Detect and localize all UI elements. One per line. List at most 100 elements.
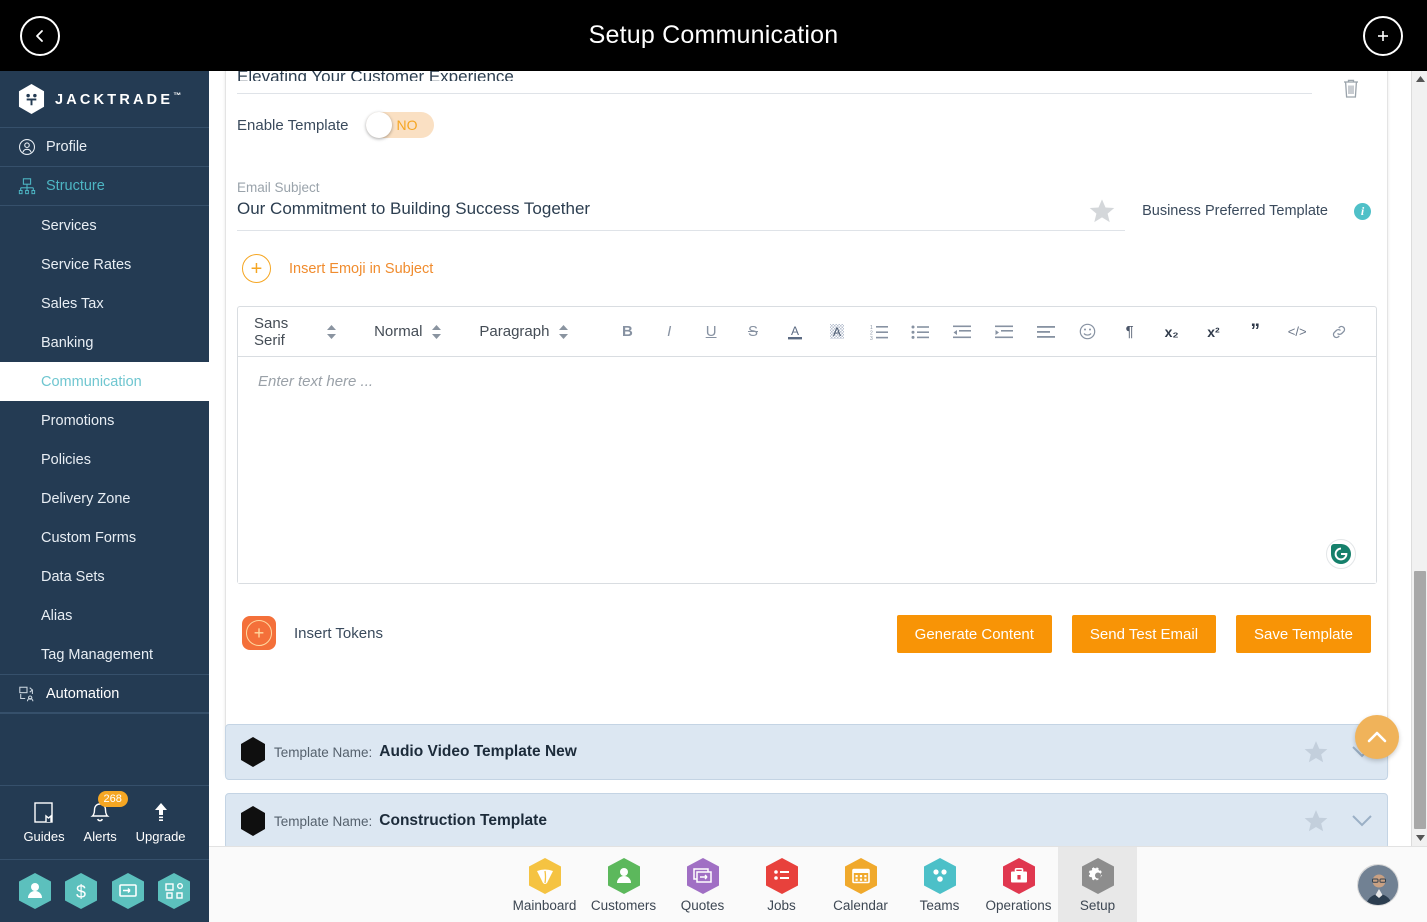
ordered-list-button[interactable]: 1 2 3	[858, 317, 900, 347]
sidebar-item-structure[interactable]: Structure	[0, 167, 209, 206]
avatar[interactable]	[1357, 864, 1399, 906]
nav-customers[interactable]: Customers	[584, 847, 663, 922]
shortcut-person[interactable]	[18, 872, 52, 910]
guides-button[interactable]: Guides	[23, 801, 65, 844]
payment-icon	[111, 873, 144, 909]
grammarly-icon[interactable]	[1326, 539, 1356, 569]
text-direction-button[interactable]: ¶	[1109, 317, 1151, 347]
sidebar-item-label: Promotions	[41, 412, 115, 429]
background-color-button[interactable]: A	[816, 317, 858, 347]
insert-tokens-button[interactable]: +	[242, 616, 276, 650]
bullet-list-button[interactable]	[899, 317, 941, 347]
sidebar-item-data-sets[interactable]: Data Sets	[0, 557, 209, 596]
blockquote-button[interactable]: ”	[1234, 317, 1276, 347]
insert-tokens-row[interactable]: + Insert Tokens	[242, 616, 383, 650]
indent-button[interactable]	[983, 317, 1025, 347]
generate-content-button[interactable]: Generate Content	[896, 615, 1052, 653]
back-button[interactable]	[20, 16, 60, 56]
nav-calendar[interactable]: Calendar	[821, 847, 900, 922]
scroll-down-arrow[interactable]	[1412, 829, 1427, 846]
star-icon[interactable]	[1303, 739, 1329, 765]
align-button[interactable]	[1025, 317, 1067, 347]
sidebar-item-tag-management[interactable]: Tag Management	[0, 635, 209, 674]
chevron-down-icon[interactable]	[1351, 810, 1373, 832]
mainboard-icon	[528, 857, 561, 894]
nav-setup[interactable]: Setup	[1058, 846, 1137, 922]
save-template-button[interactable]: Save Template	[1236, 615, 1371, 653]
nav-mainboard[interactable]: Mainboard	[505, 847, 584, 922]
scroll-to-top-button[interactable]	[1355, 715, 1399, 759]
nav-quotes[interactable]: Quotes	[663, 847, 742, 922]
code-button[interactable]: </>	[1276, 317, 1318, 347]
superscript-button[interactable]: x²	[1193, 317, 1235, 347]
quick-label: Guides	[23, 829, 65, 844]
brand-logo-area[interactable]: JACKTRADE™	[0, 71, 209, 128]
subscript-icon: x₂	[1164, 323, 1179, 340]
subscript-button[interactable]: x₂	[1151, 317, 1193, 347]
template-name-value: Audio Video Template New	[379, 743, 577, 760]
shortcut-workflow[interactable]	[157, 872, 191, 910]
nav-label: Quotes	[680, 897, 725, 913]
sidebar-item-services[interactable]: Services	[0, 206, 209, 245]
sidebar-item-automation[interactable]: Automation	[0, 674, 209, 713]
top-header-bar: Setup Communication	[0, 0, 1427, 71]
font-family-select[interactable]: Sans Serif	[254, 315, 337, 349]
editor-body[interactable]: Enter text here ...	[238, 357, 1376, 583]
emoji-button[interactable]	[1067, 317, 1109, 347]
alerts-button[interactable]: 268 Alerts	[84, 791, 128, 844]
insert-tokens-label: Insert Tokens	[294, 624, 383, 642]
template-list-item[interactable]: Template Name: Construction Template	[225, 793, 1388, 846]
bold-button[interactable]: B	[606, 317, 648, 347]
indent-icon	[995, 325, 1014, 338]
sidebar-item-sales-tax[interactable]: Sales Tax	[0, 284, 209, 323]
insert-emoji-row[interactable]: + Insert Emoji in Subject	[242, 254, 433, 283]
shortcut-payment[interactable]	[111, 872, 145, 910]
outdent-button[interactable]	[941, 317, 983, 347]
info-icon[interactable]: i	[1354, 202, 1371, 220]
nav-teams[interactable]: Teams	[900, 847, 979, 922]
nav-label: Calendar	[833, 897, 888, 913]
quick-label: Upgrade	[135, 829, 186, 844]
insert-emoji-label[interactable]: Insert Emoji in Subject	[289, 261, 433, 277]
nav-operations[interactable]: Operations	[979, 847, 1058, 922]
scroll-up-arrow[interactable]	[1412, 71, 1427, 88]
scrollbar-thumb[interactable]	[1414, 571, 1426, 829]
text-color-button[interactable]: A	[774, 317, 816, 347]
nav-jobs[interactable]: Jobs	[742, 847, 821, 922]
template-list-item[interactable]: Template Name: Audio Video Template New	[225, 724, 1388, 780]
sidebar-item-service-rates[interactable]: Service Rates	[0, 245, 209, 284]
italic-icon: I	[667, 323, 672, 340]
sidebar-item-custom-forms[interactable]: Custom Forms	[0, 518, 209, 557]
chevron-left-icon	[36, 30, 43, 42]
sidebar-item-banking[interactable]: Banking	[0, 323, 209, 362]
sidebar-item-label: Profile	[46, 139, 88, 155]
superscript-icon: x²	[1207, 323, 1220, 340]
italic-button[interactable]: I	[648, 317, 690, 347]
plus-circle-icon[interactable]: +	[242, 254, 271, 283]
underline-button[interactable]: U	[690, 317, 732, 347]
shortcut-dollar[interactable]: $	[64, 872, 98, 910]
star-icon[interactable]	[1303, 808, 1329, 834]
sidebar-item-alias[interactable]: Alias	[0, 596, 209, 635]
block-format-select[interactable]: Paragraph	[479, 323, 569, 340]
upgrade-button[interactable]: Upgrade	[136, 801, 186, 844]
send-test-email-button[interactable]: Send Test Email	[1071, 615, 1217, 653]
sidebar-item-delivery-zone[interactable]: Delivery Zone	[0, 479, 209, 518]
app-root: Setup Communication JACKTRADE™ Profile S…	[0, 0, 1427, 922]
vertical-scrollbar[interactable]	[1411, 71, 1427, 846]
star-icon[interactable]	[1088, 197, 1116, 225]
email-subject-label: Email Subject	[237, 180, 320, 195]
add-template-button[interactable]	[1363, 16, 1403, 56]
email-subject-input[interactable]: Our Commitment to Building Success Toget…	[237, 199, 590, 219]
background-color-icon: A	[829, 323, 844, 339]
sidebar-item-promotions[interactable]: Promotions	[0, 401, 209, 440]
delete-template-button[interactable]	[1341, 77, 1361, 106]
sidebar-item-profile[interactable]: Profile	[0, 128, 209, 167]
sidebar-item-label: Sales Tax	[41, 295, 104, 312]
strikethrough-button[interactable]: S	[732, 317, 774, 347]
enable-template-toggle[interactable]: NO	[366, 112, 435, 138]
sidebar-item-policies[interactable]: Policies	[0, 440, 209, 479]
font-size-select[interactable]: Normal	[374, 323, 442, 340]
sidebar-item-communication[interactable]: Communication	[0, 362, 209, 401]
link-button[interactable]	[1318, 317, 1360, 347]
